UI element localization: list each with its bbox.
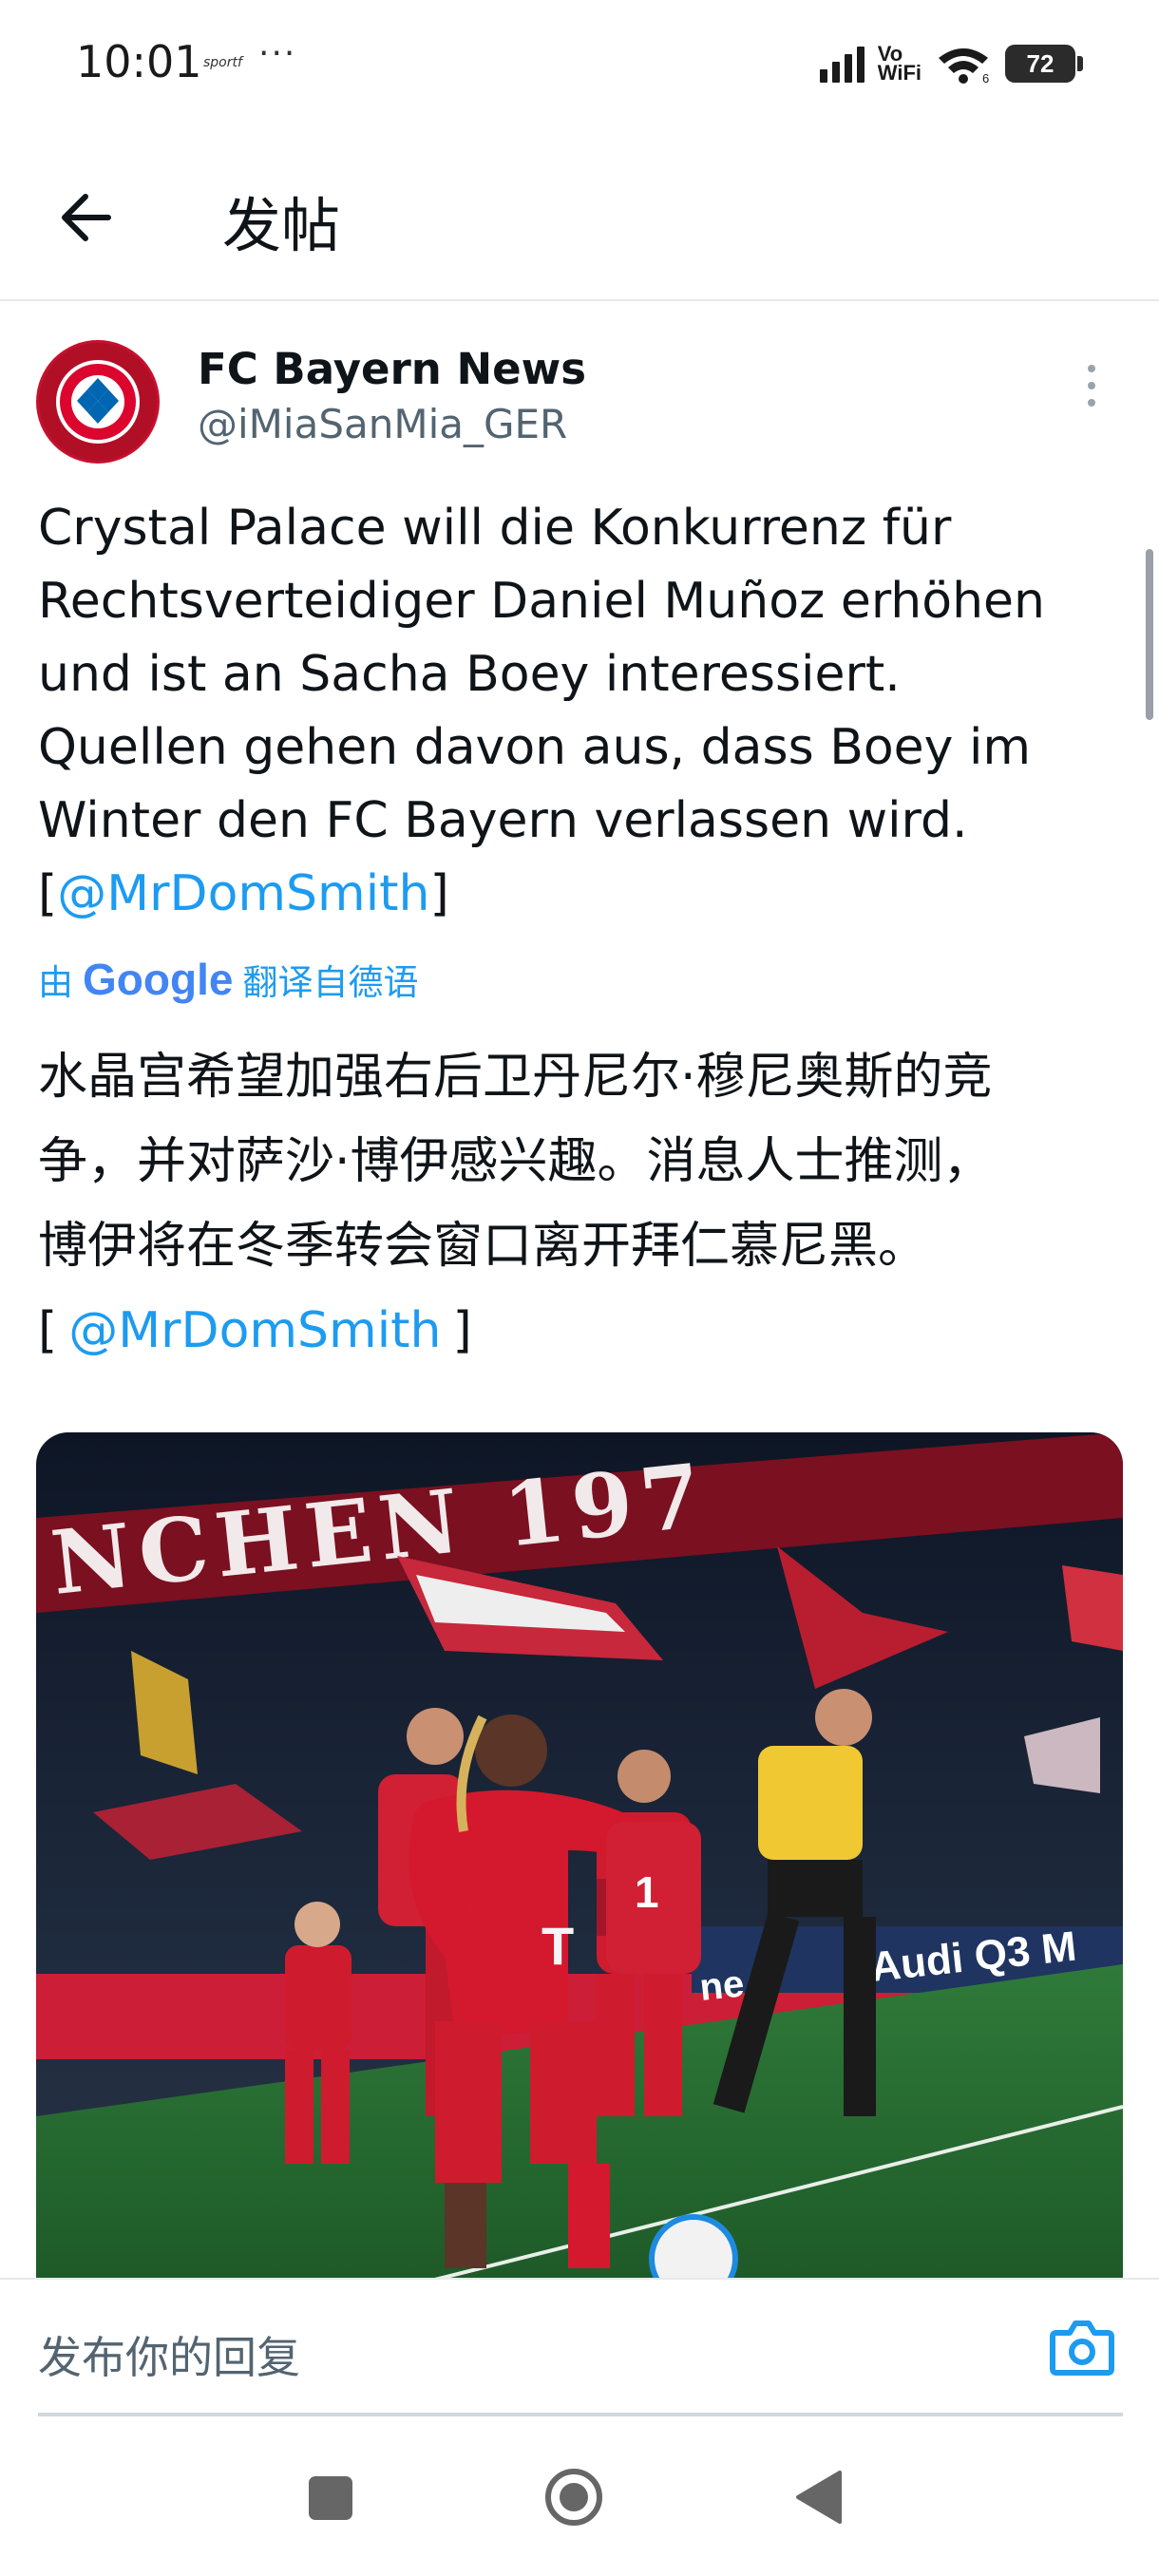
translation-line: 水晶宫希望加强右后卫丹尼尔·穆尼奥斯的竞 [38, 1049, 993, 1106]
translated-prefix: 由 [38, 962, 73, 1003]
system-nav-bar [0, 2417, 1159, 2576]
status-bar: 10:01 sportf ··· Vo WiFi 6 72 [0, 0, 1159, 123]
translated-by-label[interactable]: 由 Google 翻译自德语 [38, 954, 418, 1005]
football-match-photo: NCHEN 197 Audi Q3 M ne T 1 [36, 1432, 1123, 2280]
more-notifications-icon: ··· [258, 34, 297, 73]
post-media-image[interactable]: NCHEN 197 Audi Q3 M ne T 1 [36, 1432, 1123, 2280]
square-icon[interactable] [309, 2476, 352, 2520]
google-logo-text: Google [83, 955, 234, 1004]
circle-home-icon[interactable] [543, 2467, 604, 2528]
post-text: Crystal Palace will die Konkurrenz für R… [38, 492, 1130, 931]
signal-icon [819, 45, 864, 83]
reply-input[interactable]: 发布你的回复 [38, 2323, 300, 2386]
more-vertical-icon[interactable] [1077, 359, 1106, 416]
fc-bayern-logo [39, 343, 157, 461]
translation-line: 博伊将在冬季转会窗口离开拜仁慕尼黑。 [38, 1218, 928, 1275]
post-text-line: und ist an Sacha Boey interessiert. [38, 646, 901, 703]
bracket-open: [ [38, 865, 58, 922]
author-name[interactable]: FC Bayern News [198, 344, 586, 394]
camera-icon[interactable] [1049, 2318, 1115, 2377]
mention-link[interactable]: @MrDomSmith [57, 865, 429, 922]
translation-bracket-open: [ [38, 1302, 58, 1359]
scroll-indicator[interactable] [1146, 549, 1153, 720]
top-app-bar: 发帖 [0, 138, 1159, 301]
post-text-line: Crystal Palace will die Konkurrenz für [38, 500, 952, 557]
post-author: FC Bayern News @iMiaSanMia_GER [36, 340, 1119, 473]
post-text-line: Rechtsverteidiger Daniel Muñoz erhöhen [38, 573, 1045, 630]
translation-line-mention: [@MrDomSmith] [38, 1289, 1140, 1373]
battery-indicator: 72 [1005, 45, 1083, 83]
status-indicators: Vo WiFi 6 72 [819, 38, 1083, 89]
post-translation: 水晶宫希望加强右后卫丹尼尔·穆尼奥斯的竞 争，并对萨沙·博伊感兴趣。消息人士推测… [38, 1035, 1140, 1373]
shirt-mark: T [542, 1916, 574, 1976]
translation-line: 争，并对萨沙·博伊感兴趣。消息人士推测， [38, 1133, 993, 1190]
notification-label: sportf [203, 55, 242, 70]
post-text-line: Quellen gehen davon aus, dass Boey im [38, 719, 1032, 776]
vowifi-indicator: Vo WiFi [877, 44, 922, 85]
translation-mention-link[interactable]: @MrDomSmith [57, 1302, 452, 1359]
reply-composer[interactable]: 发布你的回复 [0, 2278, 1159, 2416]
google-logo: Google [83, 955, 233, 1004]
status-time: 10:01 [76, 36, 202, 87]
triangle-back-icon[interactable] [794, 2469, 842, 2526]
author-handle[interactable]: @iMiaSanMia_GER [198, 401, 567, 447]
ad-board-text-2: ne [697, 1962, 746, 2009]
page-title: 发帖 [222, 191, 341, 260]
translated-suffix: 翻译自德语 [242, 962, 419, 1003]
wifi-badge: 6 [982, 71, 989, 85]
post-text-line-mention: [@MrDomSmith] [38, 858, 1130, 931]
bracket-close: ] [429, 865, 449, 922]
reply-input-underline [38, 2413, 1123, 2416]
avatar[interactable] [36, 340, 160, 464]
translation-bracket-close: ] [452, 1302, 472, 1359]
post-text-line: Winter den FC Bayern verlassen wird. [38, 792, 968, 849]
shirt-number: 1 [635, 1867, 659, 1917]
vowifi-line2: WiFi [877, 61, 922, 85]
wifi-icon: 6 [939, 48, 989, 85]
arrow-left-icon[interactable] [53, 183, 122, 252]
